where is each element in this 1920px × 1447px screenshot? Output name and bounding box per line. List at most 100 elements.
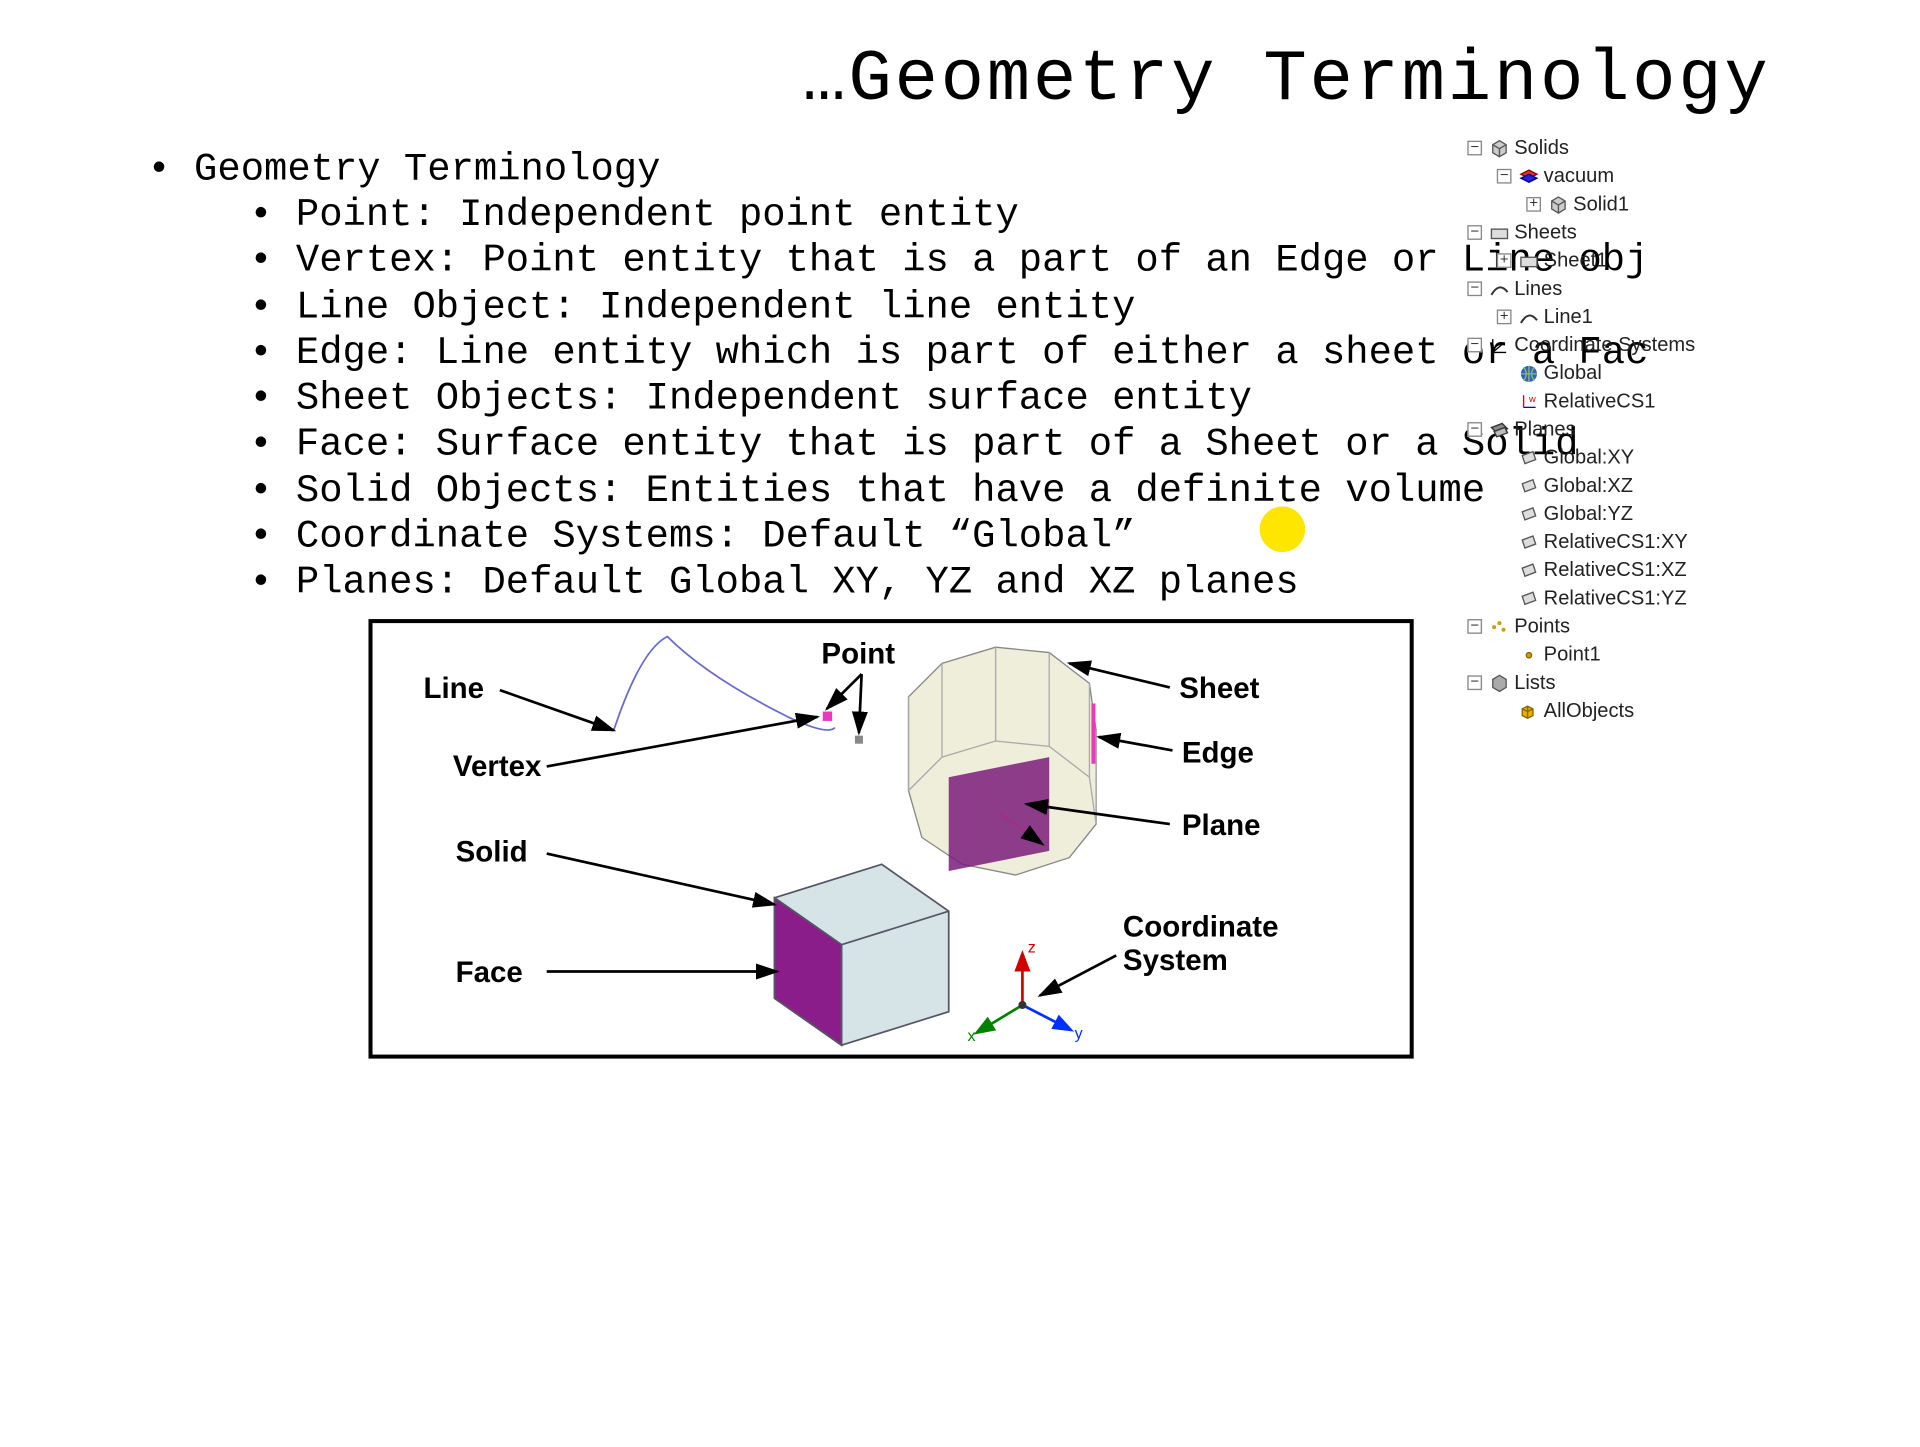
expand-toggle-icon[interactable]: − [1467,422,1482,437]
expand-toggle-icon[interactable]: − [1467,225,1482,240]
tree-item[interactable]: − Lists [1467,669,1695,697]
tree-item-label: RelativeCS1:YZ [1544,584,1687,612]
bullet-item: Sheet Objects: Independent surface entit… [249,377,1648,423]
model-tree: −Solids−vacuum+Solid1−Sheets+Sheet1−Line… [1467,134,1695,725]
bullet-item: Solid Objects: Entities that have a defi… [249,468,1648,514]
tree-item-label: Global:XY [1544,444,1635,472]
tree-item[interactable]: Global:XY [1467,444,1695,472]
plane-icon [1517,530,1541,554]
bullet-item: Line Object: Independent line entity [249,285,1648,331]
tree-item-label: Sheets [1514,218,1577,246]
globe-icon [1517,361,1541,385]
fig-label-vertex: Vertex [453,749,542,784]
point-icon [1517,643,1541,667]
expand-toggle-icon[interactable]: − [1467,338,1482,353]
fig-label-face: Face [456,955,523,990]
cs-icon [1487,333,1511,357]
tree-item-label: Global:XZ [1544,472,1633,500]
bullet-item: Coordinate Systems: Default “Global” [249,514,1648,560]
expand-toggle-icon[interactable]: + [1497,253,1512,268]
expand-toggle-icon[interactable]: + [1526,197,1541,212]
fig-label-point: Point [821,637,895,672]
expand-toggle-icon[interactable]: − [1467,675,1482,690]
solid-icon [1546,192,1570,216]
plane-icon [1517,558,1541,582]
tree-item-label: Global:YZ [1544,500,1633,528]
tree-item[interactable]: w RelativeCS1 [1467,387,1695,415]
tree-item-label: Lists [1514,669,1555,697]
allobj-icon [1517,699,1541,723]
expand-toggle-icon[interactable]: − [1497,169,1512,184]
svg-text:w: w [1528,393,1536,403]
expand-toggle-icon[interactable]: − [1467,619,1482,634]
tree-item[interactable]: + Sheet1 [1467,247,1695,275]
expand-toggle-icon[interactable]: − [1467,281,1482,296]
expand-toggle-icon[interactable]: + [1497,310,1512,325]
tree-item-label: RelativeCS1 [1544,387,1656,415]
tree-item[interactable]: RelativeCS1:XZ [1467,556,1695,584]
tree-item[interactable]: AllObjects [1467,697,1695,725]
tree-item-label: Solid1 [1573,190,1629,218]
line-icon [1517,305,1541,329]
tree-item[interactable]: RelativeCS1:YZ [1467,584,1695,612]
cursor-highlight [1260,507,1306,553]
tree-item-label: vacuum [1544,162,1614,190]
fig-label-plane: Plane [1182,808,1261,843]
expand-toggle-icon[interactable]: − [1467,141,1482,156]
tree-item-label: Solids [1514,134,1569,162]
tree-item[interactable]: − vacuum [1467,162,1695,190]
tree-item[interactable]: − Solids [1467,134,1695,162]
tree-item-label: Planes [1514,415,1575,443]
relcs-icon: w [1517,389,1541,413]
points-icon [1487,614,1511,638]
sheet-icon [1487,220,1511,244]
tree-item[interactable]: + Solid1 [1467,190,1695,218]
sheet-icon [1517,249,1541,273]
fig-label-sheet: Sheet [1179,671,1259,706]
tree-item[interactable]: RelativeCS1:XY [1467,528,1695,556]
fig-label-line: Line [423,671,484,706]
tree-item-label: RelativeCS1:XY [1544,528,1688,556]
tree-item-label: Sheet1 [1544,247,1608,275]
plane-icon [1517,446,1541,470]
tree-item[interactable]: − Points [1467,612,1695,640]
figure-diagram: z x y Line Point Sheet Vertex Edge Plane… [369,619,1414,1059]
tree-item-label: Point1 [1544,641,1601,669]
tree-item[interactable]: − Lines [1467,275,1695,303]
fig-label-coord: CoordinateSystem [1123,910,1279,978]
bullet-item: Point: Independent point entity [249,193,1648,239]
content-block: Geometry Terminology Point: Independent … [147,147,1648,606]
tree-item-label: Line1 [1544,303,1593,331]
tree-item[interactable]: Global [1467,359,1695,387]
vacuum-icon [1517,164,1541,188]
plane-icon [1517,502,1541,526]
planes-icon [1487,417,1511,441]
svg-text:y: y [1075,1025,1083,1043]
line-icon [1487,277,1511,301]
tree-item-label: AllObjects [1544,697,1634,725]
tree-item[interactable]: Global:YZ [1467,500,1695,528]
svg-text:z: z [1028,939,1036,957]
bullet-item: Vertex: Point entity that is a part of a… [249,239,1648,285]
plane-icon [1517,586,1541,610]
bullet-item: Planes: Default Global XY, YZ and XZ pla… [249,560,1648,606]
tree-item-label: RelativeCS1:XZ [1544,556,1687,584]
tree-item[interactable]: Global:XZ [1467,472,1695,500]
fig-label-solid: Solid [456,835,528,870]
tree-item[interactable]: − Sheets [1467,218,1695,246]
solids-icon [1487,136,1511,160]
tree-item[interactable]: Point1 [1467,641,1695,669]
plane-icon [1517,474,1541,498]
tree-item-label: Coordinate Systems [1514,331,1695,359]
tree-item-label: Lines [1514,275,1562,303]
slide-title: …Geometry Terminology [802,40,1770,122]
tree-item[interactable]: − Planes [1467,415,1695,443]
fig-label-edge: Edge [1182,736,1254,771]
bullet-item: Edge: Line entity which is part of eithe… [249,331,1648,377]
lists-icon [1487,671,1511,695]
svg-text:x: x [967,1027,975,1045]
tree-item-label: Points [1514,612,1570,640]
tree-item[interactable]: − Coordinate Systems [1467,331,1695,359]
section-heading: Geometry Terminology [147,147,1648,193]
tree-item[interactable]: + Line1 [1467,303,1695,331]
